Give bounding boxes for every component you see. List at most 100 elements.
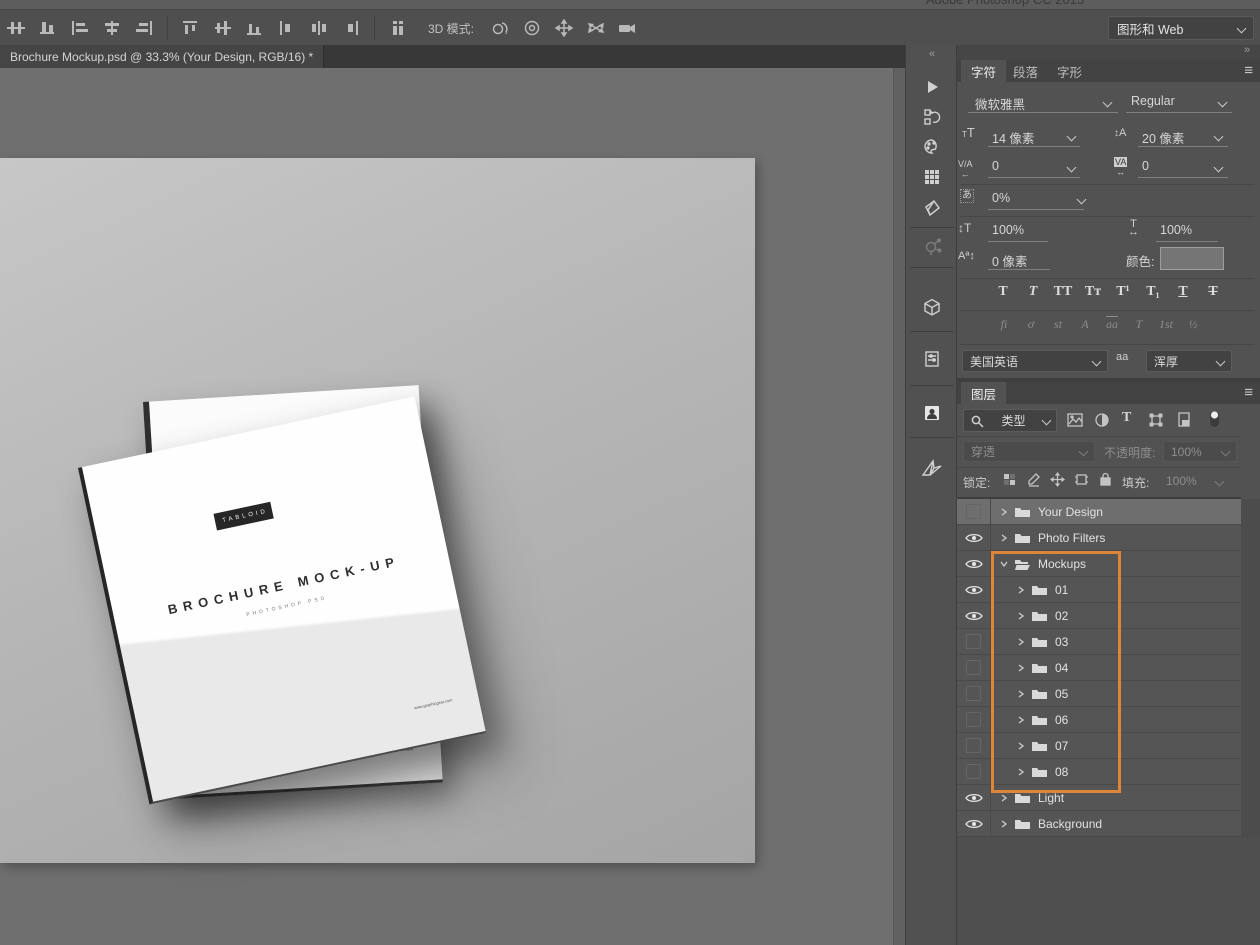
- tracking-field[interactable]: 0: [1142, 159, 1149, 173]
- ligatures-button[interactable]: fi: [992, 317, 1016, 332]
- color-palette-icon[interactable]: [920, 135, 944, 159]
- language-select[interactable]: 美国英语: [962, 350, 1108, 372]
- baseline-shift-field[interactable]: 0 像素: [992, 251, 1027, 270]
- paper-bird-icon[interactable]: [920, 457, 944, 481]
- lock-all-icon[interactable]: [1098, 471, 1113, 487]
- blend-mode-select[interactable]: 穿透: [963, 441, 1095, 462]
- horizontal-scale-field[interactable]: 100%: [1160, 223, 1192, 237]
- font-size-field[interactable]: 14 像素: [992, 128, 1034, 147]
- vertical-scale-field[interactable]: 100%: [992, 223, 1024, 237]
- visibility-toggle[interactable]: [957, 681, 991, 706]
- discretionary-ligatures-button[interactable]: st: [1046, 317, 1070, 332]
- 3d-cube-icon[interactable]: [920, 295, 944, 319]
- document-tab[interactable]: Brochure Mockup.psd @ 33.3% (Your Design…: [0, 45, 324, 68]
- layer-row[interactable]: 02: [957, 603, 1241, 629]
- align-top-edges-icon[interactable]: [179, 17, 203, 39]
- align-baseline-icon[interactable]: [36, 17, 60, 39]
- layer-row[interactable]: Background: [957, 811, 1241, 837]
- chevron-down-icon[interactable]: [1000, 560, 1008, 568]
- chevron-right-icon[interactable]: [1017, 612, 1025, 620]
- tab-glyphs[interactable]: 字形: [1047, 60, 1092, 82]
- filter-pixel-layers-icon[interactable]: [1066, 412, 1084, 428]
- visibility-toggle[interactable]: [957, 759, 991, 784]
- align-vertical-centers-icon[interactable]: [211, 17, 235, 39]
- strikethrough-button[interactable]: T: [1200, 284, 1226, 300]
- history-icon[interactable]: [920, 105, 944, 129]
- panel-menu-icon[interactable]: ≡: [1244, 62, 1252, 79]
- clone-source-icon[interactable]: [920, 235, 944, 259]
- tab-paragraph[interactable]: 段落: [1003, 60, 1048, 82]
- distribute-right-icon[interactable]: [339, 17, 363, 39]
- distribute-spacing-icon[interactable]: [386, 17, 410, 39]
- panel-menu-icon[interactable]: ≡: [1244, 384, 1252, 401]
- swash-button[interactable]: A: [1073, 317, 1097, 332]
- chevron-right-icon[interactable]: [1000, 534, 1008, 542]
- 3d-camera-icon[interactable]: [616, 17, 640, 39]
- ordinals-button[interactable]: 1st: [1154, 317, 1178, 332]
- chevron-right-icon[interactable]: [1000, 794, 1008, 802]
- chevron-right-icon[interactable]: [1000, 820, 1008, 828]
- tsume-field[interactable]: 0%: [992, 191, 1010, 205]
- layer-row[interactable]: 06: [957, 707, 1241, 733]
- visibility-toggle[interactable]: [957, 603, 991, 628]
- layer-row[interactable]: Photo Filters: [957, 525, 1241, 551]
- layer-row[interactable]: 03: [957, 629, 1241, 655]
- layer-row[interactable]: 08: [957, 759, 1241, 785]
- canvas-scrollbar[interactable]: [893, 68, 905, 945]
- filter-type-layers-icon[interactable]: T: [1122, 410, 1131, 426]
- align-left-edges-icon[interactable]: [68, 17, 92, 39]
- align-horizontal-centers-icon[interactable]: [100, 17, 124, 39]
- lock-transparency-icon[interactable]: [1002, 472, 1017, 487]
- layer-filter-toggle[interactable]: [1206, 409, 1222, 429]
- 3d-slide-icon[interactable]: [584, 17, 608, 39]
- swatches-grid-icon[interactable]: [920, 165, 944, 189]
- stylistic-alternates-button[interactable]: aa: [1100, 317, 1124, 332]
- contextual-alternates-button[interactable]: ơ: [1019, 317, 1043, 332]
- leading-field[interactable]: 20 像素: [1142, 128, 1184, 147]
- underline-button[interactable]: T: [1170, 284, 1196, 300]
- visibility-toggle[interactable]: [957, 577, 991, 602]
- layer-row[interactable]: 07: [957, 733, 1241, 759]
- distribute-left-icon[interactable]: [275, 17, 299, 39]
- chevron-right-icon[interactable]: [1000, 508, 1008, 516]
- tab-character[interactable]: 字符: [961, 60, 1006, 82]
- fractions-button[interactable]: ½: [1181, 317, 1205, 332]
- portrait-icon[interactable]: [920, 401, 944, 425]
- layer-row[interactable]: 05: [957, 681, 1241, 707]
- collapse-panels-button[interactable]: «: [906, 48, 958, 60]
- lock-artboard-icon[interactable]: [1074, 472, 1089, 487]
- chevron-right-icon[interactable]: [1017, 716, 1025, 724]
- visibility-toggle[interactable]: [957, 811, 991, 836]
- titling-alternates-button[interactable]: T: [1127, 317, 1151, 332]
- workspace-switcher[interactable]: 图形和 Web: [1108, 16, 1254, 40]
- subscript-button[interactable]: T₁: [1140, 284, 1166, 300]
- visibility-toggle[interactable]: [957, 655, 991, 680]
- chevron-right-icon[interactable]: [1017, 742, 1025, 750]
- visibility-toggle[interactable]: [957, 707, 991, 732]
- font-family-field[interactable]: 微软雅黑: [975, 94, 1025, 113]
- canvas-area[interactable]: We build distinctive resources We build …: [0, 68, 905, 945]
- 3d-orbit-icon[interactable]: [488, 17, 512, 39]
- chevron-right-icon[interactable]: [1017, 638, 1025, 646]
- all-caps-button[interactable]: TT: [1050, 284, 1076, 300]
- layer-row[interactable]: 04: [957, 655, 1241, 681]
- layer-row[interactable]: 01: [957, 577, 1241, 603]
- fill-value[interactable]: 100%: [1166, 474, 1197, 488]
- layer-row[interactable]: Mockups: [957, 551, 1241, 577]
- superscript-button[interactable]: T¹: [1110, 284, 1136, 300]
- filter-adjustment-layers-icon[interactable]: [1094, 412, 1110, 428]
- expand-panels-button[interactable]: »: [1244, 44, 1250, 56]
- chevron-right-icon[interactable]: [1017, 586, 1025, 594]
- chevron-right-icon[interactable]: [1017, 768, 1025, 776]
- distribute-center-icon[interactable]: [307, 17, 331, 39]
- visibility-toggle[interactable]: [957, 525, 991, 550]
- distribute-horizontal-icon[interactable]: [4, 17, 28, 39]
- filter-shape-layers-icon[interactable]: [1148, 412, 1164, 428]
- anti-alias-select[interactable]: 浑厚: [1146, 350, 1232, 372]
- lock-pixels-icon[interactable]: [1026, 472, 1041, 487]
- layer-row[interactable]: Light: [957, 785, 1241, 811]
- visibility-toggle[interactable]: [957, 629, 991, 654]
- lock-position-icon[interactable]: [1050, 472, 1065, 487]
- tab-layers[interactable]: 图层: [961, 382, 1006, 404]
- layer-row[interactable]: Your Design: [957, 499, 1241, 525]
